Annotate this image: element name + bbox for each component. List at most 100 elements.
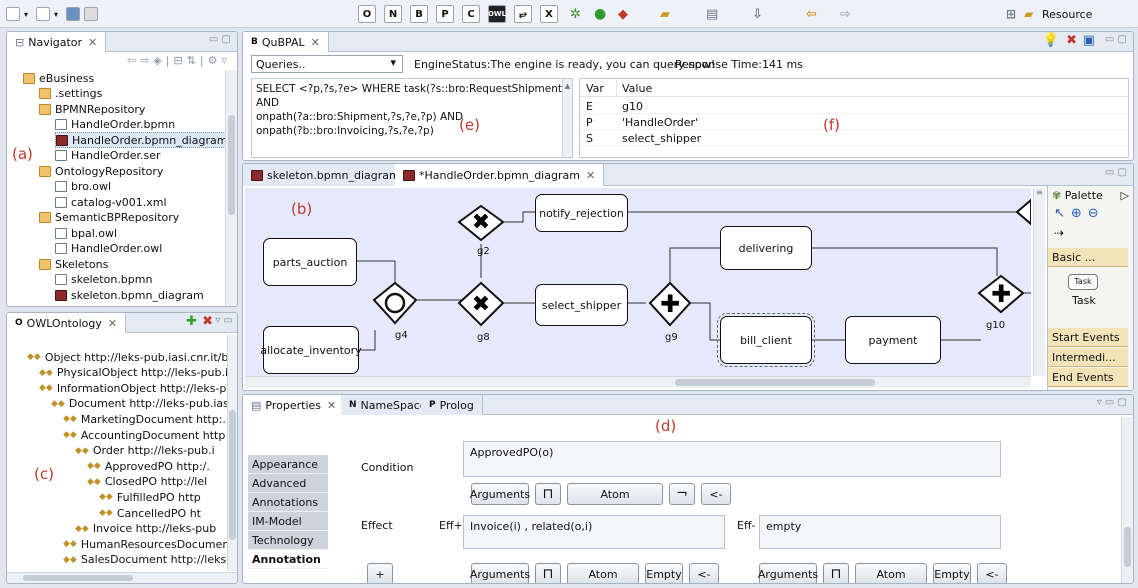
dropdown-icon[interactable]: ▾ xyxy=(54,5,58,23)
back-icon[interactable]: ⇦ xyxy=(806,5,817,23)
add-button[interactable]: + xyxy=(367,563,393,583)
side-tab-advanced[interactable]: Advanced xyxy=(248,474,328,493)
col-value-header[interactable]: Value xyxy=(622,82,652,95)
canvas-vscrollbar[interactable]: ≡ xyxy=(1033,188,1045,376)
forward-icon[interactable]: ⇨ xyxy=(840,5,851,23)
col-var-header[interactable]: Var xyxy=(586,82,604,95)
save-icon[interactable] xyxy=(66,5,80,23)
ontology-class-item[interactable]: ◆◆ Object http://leks-pub.iasi.cnr.it/bro… xyxy=(27,349,229,365)
effminus-open-button[interactable]: ⊓ xyxy=(823,563,849,583)
tool-owl-button[interactable]: OWL xyxy=(488,5,506,23)
ontology-class-item[interactable]: ◆◆ ApprovedPO http:/. xyxy=(87,458,210,474)
resource-perspective-icon[interactable]: ▰ xyxy=(1024,5,1033,23)
side-tab-im-model[interactable]: IM-Model xyxy=(248,512,328,531)
ontology-class-item[interactable]: ◆◆ Order http://leks-pub.i xyxy=(75,443,215,459)
palette-basic-drawer[interactable]: Basic ... xyxy=(1048,248,1128,267)
ontology-class-item[interactable]: ◆◆ SalesDocument http://leks xyxy=(63,552,226,568)
tool-o-button[interactable]: O xyxy=(358,5,376,23)
palette-start-events[interactable]: Start Events xyxy=(1048,328,1128,347)
close-icon[interactable]: ✕ xyxy=(327,399,336,412)
owl-scroll-thumb[interactable] xyxy=(229,410,236,540)
next-annotation-icon[interactable]: ⇩ xyxy=(752,5,763,23)
task-parts-auction[interactable]: parts_auction xyxy=(263,238,357,286)
ontology-class-item[interactable]: ◆◆ AccountingDocument http xyxy=(63,427,225,443)
search-icon[interactable]: ▤ xyxy=(706,5,718,23)
navigator-scrollbar[interactable] xyxy=(225,70,237,306)
print-icon[interactable] xyxy=(84,5,98,23)
palette-collapse-icon[interactable]: ▷ xyxy=(1121,189,1129,202)
ontology-class-item[interactable]: ◆◆ PhysicalObject http://leks-pub.ias xyxy=(39,365,229,381)
tab-properties[interactable]: ▤ Properties ✕ xyxy=(243,395,346,415)
tool-x-button[interactable]: X xyxy=(540,5,558,23)
tool-c-button[interactable]: C xyxy=(462,5,480,23)
delete-class-icon[interactable]: ✖ xyxy=(202,314,213,329)
owl-scrollbar[interactable] xyxy=(227,335,237,571)
view-menu-icon[interactable]: ▿ ▭ xyxy=(215,315,233,326)
ontology-class-item[interactable]: ◆◆ ClosedPO http://lel xyxy=(87,474,207,490)
ontology-class-item[interactable]: ◆◆ InformationObject http://leks-pul xyxy=(39,380,229,396)
external-tools-icon[interactable]: ◆ xyxy=(618,5,628,23)
close-icon[interactable]: ✕ xyxy=(586,169,595,182)
side-tab-annotation[interactable]: Annotation xyxy=(248,550,328,569)
owl-hscrollbar[interactable] xyxy=(7,572,237,583)
open-folder-icon[interactable]: ▰ xyxy=(660,5,670,23)
tree-item[interactable]: skeleton.bpmn xyxy=(55,272,152,288)
navigator-scroll-thumb[interactable] xyxy=(228,115,235,215)
condition-not-button[interactable]: ¬ xyxy=(669,483,695,505)
lightbulb-icon[interactable]: 💡 xyxy=(1043,33,1059,48)
tree-item[interactable]: HandleOrder.owl xyxy=(55,241,162,257)
effminus-back-button[interactable]: <- xyxy=(977,563,1007,583)
tree-item[interactable]: HandleOrder.ser xyxy=(55,148,161,164)
properties-scrollbar[interactable] xyxy=(1121,417,1133,583)
effplus-empty-button[interactable]: Empty xyxy=(645,563,683,583)
ontology-class-item[interactable]: ◆◆ CancelledPO ht xyxy=(99,505,201,521)
minimize-maximize-icon[interactable]: ▭ ▢ xyxy=(209,34,231,45)
bpmn-canvas[interactable]: ✖ ✖ ✚ ✚ notify_rejection parts_auction a… xyxy=(245,188,1031,376)
tool-b-button[interactable]: B xyxy=(410,5,428,23)
task-allocate-inventory[interactable]: allocate_inventory xyxy=(260,326,362,374)
condition-arguments-button[interactable]: Arguments xyxy=(470,483,530,505)
task-select-shipper[interactable]: select_shipper xyxy=(535,284,628,326)
queries-dropdown[interactable]: Queries.. ▾ xyxy=(251,55,403,73)
effplus-field[interactable]: Invoice(i) , related(o,i) xyxy=(463,515,725,549)
task-bill-client[interactable]: bill_client xyxy=(717,313,815,367)
tab-skeleton-diagram[interactable]: skeleton.bpmn_diagram xyxy=(243,164,409,186)
effminus-field[interactable]: empty xyxy=(759,515,1001,549)
ontology-class-item[interactable]: ◆◆ Invoice http://leks-pub xyxy=(75,521,216,537)
open-perspective-icon[interactable]: ⊞ xyxy=(1006,5,1016,23)
properties-scroll-thumb[interactable] xyxy=(1124,527,1131,567)
tree-item[interactable]: .settings xyxy=(39,86,102,102)
effplus-back-button[interactable]: <- xyxy=(689,563,719,583)
dropdown-icon[interactable]: ▾ xyxy=(24,5,28,23)
resource-perspective-label[interactable]: Resource xyxy=(1042,5,1092,23)
condition-atom-button[interactable]: Atom xyxy=(567,483,663,505)
query-textarea[interactable]: SELECT <?p,?s,?e> WHERE task(?s::bro:Req… xyxy=(251,78,573,158)
task-tool-label[interactable]: Task xyxy=(1072,294,1096,307)
tree-item[interactable]: HandleOrder.bpmn_diagram xyxy=(55,132,229,148)
add-class-icon[interactable]: ✚ xyxy=(186,314,197,329)
close-icon[interactable]: ✕ xyxy=(88,36,97,49)
task-notify-rejection[interactable]: notify_rejection xyxy=(535,194,628,232)
effplus-atom-button[interactable]: Atom xyxy=(567,563,639,583)
effplus-arguments-button[interactable]: Arguments xyxy=(470,563,530,583)
tab-owlontology[interactable]: O OWLOntology ✕ xyxy=(7,313,127,333)
task-tool-icon[interactable]: Task xyxy=(1068,274,1098,290)
ontology-class-item[interactable]: ◆◆ FulfilledPO http xyxy=(99,489,201,505)
save-query-icon[interactable]: ▣ xyxy=(1083,33,1095,48)
tree-item[interactable]: SemanticBPRepository xyxy=(39,210,179,226)
navigator-view-toolbar[interactable]: ⇦⇨◈|⊟⇅|⚙▿ xyxy=(127,54,231,67)
tree-item[interactable]: bpal.owl xyxy=(55,225,117,241)
side-tab-annotations[interactable]: Annotations xyxy=(248,493,328,512)
tab-prolog[interactable]: P Prolog xyxy=(421,395,483,415)
task-delivering[interactable]: delivering xyxy=(720,226,812,270)
query-scrollbar[interactable]: ▲ xyxy=(562,79,572,157)
tree-item[interactable]: HandleOrder.bpmn xyxy=(55,117,175,133)
condition-open-button[interactable]: ⊓ xyxy=(535,483,561,505)
connection-tool-icon[interactable]: ⇢ xyxy=(1054,226,1064,240)
tab-handleorder-diagram[interactable]: *HandleOrder.bpmn_diagram ✕ xyxy=(395,164,605,186)
minimize-maximize-icon[interactable]: ▭ ▢ xyxy=(1105,167,1127,178)
tree-item[interactable]: skeleton.bpmn_diagram xyxy=(55,287,204,303)
close-icon[interactable]: ✕ xyxy=(108,317,117,330)
tree-item[interactable]: BPMNRepository xyxy=(39,101,145,117)
new-project-icon[interactable] xyxy=(36,5,50,23)
